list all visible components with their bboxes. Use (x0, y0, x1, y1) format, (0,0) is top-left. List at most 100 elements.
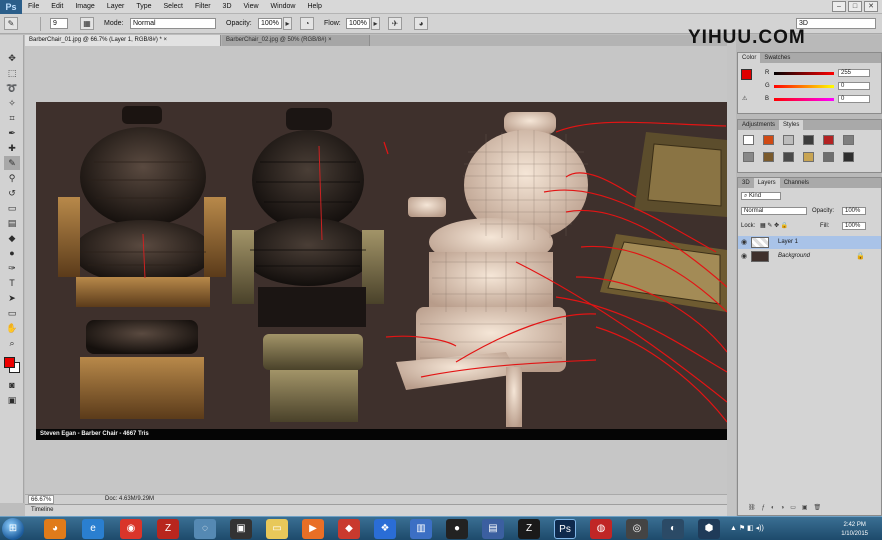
explorer-folder-icon[interactable]: ▭ (266, 519, 288, 539)
tab-styles[interactable]: Styles (779, 120, 804, 130)
layer-kind-filter[interactable]: ⌕ Kind (741, 192, 781, 200)
style-swatch[interactable] (843, 135, 854, 145)
pressure-opacity-icon[interactable]: ◔ (300, 17, 314, 30)
app-icon[interactable]: ◐ (662, 519, 684, 539)
tab-layers[interactable]: Layers (753, 178, 780, 188)
crop-tool-icon[interactable]: ⌗ (4, 111, 20, 125)
quick-select-tool-icon[interactable]: ✧ (4, 96, 20, 110)
close-button[interactable]: ✕ (864, 1, 878, 12)
style-swatch[interactable] (783, 135, 794, 145)
tab-swatches[interactable]: Swatches (760, 53, 794, 63)
filezilla-icon[interactable]: Z (157, 519, 179, 539)
app-icon[interactable]: ◌ (194, 519, 216, 539)
style-swatch[interactable] (763, 135, 774, 145)
timeline-panel-tab[interactable]: Timeline (25, 504, 727, 516)
tab-close-icon[interactable]: × (164, 37, 168, 43)
visibility-eye-icon[interactable]: ◉ (741, 250, 747, 263)
lock-icons[interactable]: ▦ ✎ ✥ 🔒 (760, 222, 788, 230)
history-brush-tool-icon[interactable]: ↺ (4, 186, 20, 200)
app-icon[interactable]: ▤ (482, 519, 504, 539)
menu-image[interactable]: Image (69, 0, 100, 14)
start-button[interactable]: ⊞ (2, 518, 24, 540)
eraser-tool-icon[interactable]: ▭ (4, 201, 20, 215)
style-swatch[interactable] (843, 152, 854, 162)
brush-size-field[interactable]: 9 (50, 18, 68, 29)
tab-adjustments[interactable]: Adjustments (738, 120, 779, 130)
style-none-swatch[interactable] (743, 135, 754, 145)
hand-tool-icon[interactable]: ✋ (4, 321, 20, 335)
media-player-icon[interactable]: ▶ (302, 519, 324, 539)
zoom-tool-icon[interactable]: ⌕ (4, 336, 20, 350)
app-icon[interactable]: ◎ (626, 519, 648, 539)
style-swatch[interactable] (823, 152, 834, 162)
maximize-button[interactable]: □ (848, 1, 862, 12)
ie-icon[interactable]: e (82, 519, 104, 539)
app-icon[interactable]: ◍ (590, 519, 612, 539)
blend-mode-select[interactable]: Normal (741, 207, 807, 215)
tab-channels[interactable]: Channels (780, 178, 813, 188)
marquee-tool-icon[interactable]: ⬚ (4, 66, 20, 80)
mode-select[interactable]: Normal (130, 18, 216, 29)
path-select-tool-icon[interactable]: ➤ (4, 291, 20, 305)
quick-mask-icon[interactable]: ◙ (4, 378, 20, 392)
pressure-size-icon[interactable]: ◕ (414, 17, 428, 30)
opacity-dropdown-icon[interactable]: ▸ (283, 17, 292, 30)
menu-file[interactable]: File (22, 0, 45, 14)
brush-tool-icon[interactable]: ✎ (4, 156, 20, 170)
style-swatch[interactable] (783, 152, 794, 162)
menu-select[interactable]: Select (158, 0, 189, 14)
screen-mode-icon[interactable]: ▣ (4, 393, 20, 407)
channel-b-field[interactable]: 0 (838, 95, 870, 103)
menu-3d[interactable]: 3D (217, 0, 238, 14)
firefox-icon[interactable]: ◕ (44, 519, 66, 539)
move-tool-icon[interactable]: ✥ (4, 51, 20, 65)
menu-view[interactable]: View (238, 0, 265, 14)
style-swatch[interactable] (823, 135, 834, 145)
tab-color[interactable]: Color (738, 53, 761, 63)
shape-tool-icon[interactable]: ▭ (4, 306, 20, 320)
channel-b-slider[interactable] (774, 98, 834, 101)
minimize-button[interactable]: – (832, 1, 846, 12)
fg-color-chip[interactable] (741, 69, 752, 80)
style-swatch[interactable] (803, 135, 814, 145)
menu-type[interactable]: Type (130, 0, 157, 14)
layer-opacity-field[interactable]: 100% (842, 207, 866, 215)
tab-close-icon[interactable]: × (328, 37, 332, 43)
foreground-color-swatch[interactable] (4, 357, 15, 368)
healing-brush-tool-icon[interactable]: ✚ (4, 141, 20, 155)
zbrush-icon[interactable]: Z (518, 519, 540, 539)
menu-edit[interactable]: Edit (45, 0, 69, 14)
airbrush-icon[interactable]: ✈ (388, 17, 402, 30)
clone-stamp-tool-icon[interactable]: ⚲ (4, 171, 20, 185)
photoshop-taskbar-icon[interactable]: Ps (554, 519, 576, 539)
tab-barberchair-01[interactable]: BarberChair_01.jpg @ 66.7% (Layer 1, RGB… (25, 35, 221, 46)
channel-g-slider[interactable] (774, 85, 834, 88)
document-canvas[interactable] (36, 102, 727, 440)
channel-r-slider[interactable] (774, 72, 834, 75)
dodge-tool-icon[interactable]: ● (4, 246, 20, 260)
eyedropper-tool-icon[interactable]: ✒ (4, 126, 20, 140)
visibility-eye-icon[interactable]: ◉ (741, 236, 747, 249)
brush-panel-toggle-icon[interactable]: ▦ (80, 17, 94, 30)
opacity-field[interactable]: 100% (258, 18, 282, 29)
gradient-tool-icon[interactable]: ▤ (4, 216, 20, 230)
tray-icons[interactable]: ▲ ⚑ ◧ ◂)) (730, 524, 764, 532)
app-icon[interactable]: ● (446, 519, 468, 539)
blur-tool-icon[interactable]: ◆ (4, 231, 20, 245)
brush-tool-preset-icon[interactable]: ✎ (4, 17, 18, 30)
menu-window[interactable]: Window (265, 0, 302, 14)
workspace-select[interactable]: 3D (796, 18, 876, 29)
dropbox-icon[interactable]: ❖ (374, 519, 396, 539)
channel-g-field[interactable]: 0 (838, 82, 870, 90)
tab-3d[interactable]: 3D (738, 178, 754, 188)
app-icon[interactable]: ▣ (230, 519, 252, 539)
style-swatch[interactable] (743, 152, 754, 162)
menu-filter[interactable]: Filter (189, 0, 217, 14)
clock[interactable]: 2:42 PM 1/10/2015 (841, 521, 868, 539)
style-swatch[interactable] (803, 152, 814, 162)
flow-field[interactable]: 100% (346, 18, 370, 29)
layer-row-layer-1[interactable]: ◉ Layer 1 (738, 236, 881, 249)
channel-r-field[interactable]: 255 (838, 69, 870, 77)
app-icon[interactable]: ▥ (410, 519, 432, 539)
chrome-icon[interactable]: ◉ (120, 519, 142, 539)
